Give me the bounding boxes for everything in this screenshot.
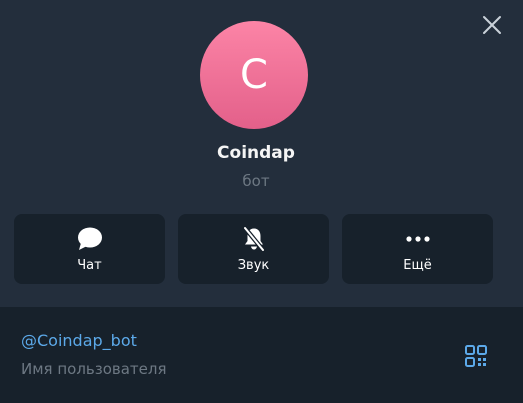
avatar-letter: C: [240, 52, 268, 98]
chat-button[interactable]: Чат: [14, 214, 165, 284]
close-button[interactable]: [481, 14, 503, 36]
close-icon[interactable]: [481, 14, 503, 36]
profile-panel: C Coindap бот Чат Звук Ещё @Coindap_bot …: [0, 0, 523, 403]
username-link[interactable]: @Coindap_bot: [21, 331, 137, 350]
more-dots-icon: [404, 226, 432, 252]
sound-button-label: Звук: [237, 258, 270, 273]
qr-code-button[interactable]: [464, 344, 488, 368]
more-button[interactable]: Ещё: [342, 214, 493, 284]
chat-button-label: Чат: [77, 258, 102, 273]
sound-button[interactable]: Звук: [178, 214, 329, 284]
avatar[interactable]: C: [200, 21, 308, 129]
bell-muted-icon: [240, 226, 268, 252]
username-section: @Coindap_bot Имя пользователя: [0, 307, 523, 403]
profile-status: бот: [242, 172, 270, 190]
profile-header: C Coindap бот Чат Звук Ещё: [0, 0, 523, 307]
qr-code-icon[interactable]: [464, 344, 488, 368]
profile-name: Coindap: [217, 143, 295, 163]
chat-bubble-icon: [76, 226, 104, 252]
username-caption: Имя пользователя: [21, 360, 167, 378]
more-button-label: Ещё: [403, 258, 432, 273]
